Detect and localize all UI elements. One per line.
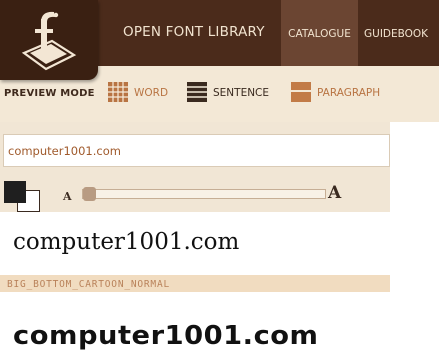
size-small-label: A	[63, 190, 72, 203]
font-preview-sample[interactable]: computer1001.com	[13, 321, 319, 351]
size-slider-track[interactable]	[82, 189, 326, 199]
lines-icon	[187, 82, 207, 102]
site-title-link[interactable]: OPEN FONT LIBRARY	[123, 24, 265, 40]
site-logo[interactable]	[0, 0, 98, 80]
size-slider-handle[interactable]	[83, 187, 96, 201]
font-name-label[interactable]: BIG_BOTTOM_CARTOON_NORMAL	[7, 279, 170, 290]
preview-mode-word-label: WORD	[134, 87, 169, 99]
logo-icon	[21, 11, 77, 71]
size-large-label: A	[328, 183, 342, 203]
default-font-sample: computer1001.com	[13, 229, 240, 255]
preview-text-input[interactable]	[3, 134, 390, 167]
paragraph-icon	[291, 82, 311, 102]
preview-mode-label: PREVIEW MODE	[4, 88, 95, 99]
nav-tab-catalogue[interactable]: CATALOGUE	[281, 0, 358, 66]
foreground-color-swatch[interactable]	[4, 181, 26, 203]
nav-tab-guidebook[interactable]: GUIDEBOOK	[364, 28, 428, 40]
preview-mode-paragraph-label: PARAGRAPH	[317, 87, 381, 99]
grid-icon	[108, 82, 128, 102]
preview-mode-sentence-label: SENTENCE	[213, 87, 270, 99]
